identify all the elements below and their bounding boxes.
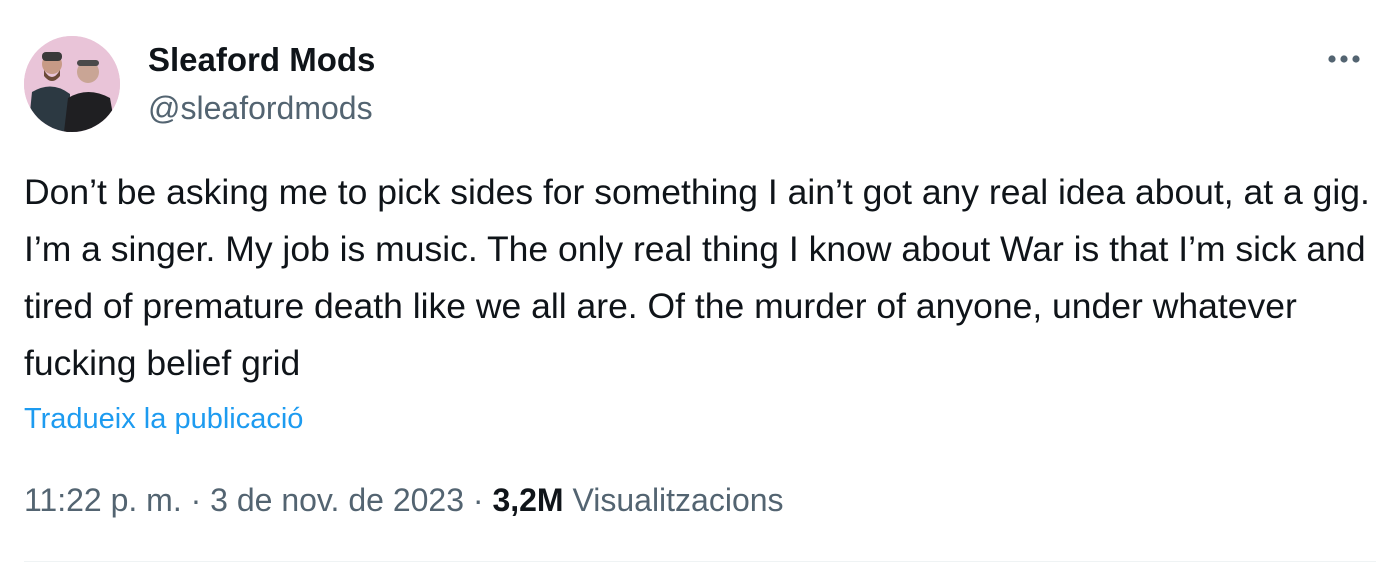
author-handle[interactable]: @sleafordmods <box>148 88 373 128</box>
more-options-button[interactable] <box>1322 44 1366 74</box>
meta-separator: · <box>464 482 493 518</box>
author-display-name[interactable]: Sleaford Mods <box>148 40 375 80</box>
avatar[interactable] <box>24 36 120 132</box>
translate-post-link[interactable]: Tradueix la publicació <box>24 400 303 438</box>
tweet-text: Don’t be asking me to pick sides for som… <box>24 172 1370 383</box>
views-label: Visualitzacions <box>572 482 784 518</box>
divider <box>24 561 1376 562</box>
views-count: 3,2M <box>492 482 564 518</box>
meta-separator: · <box>181 482 211 518</box>
more-horizontal-icon <box>1328 55 1360 63</box>
tweet-metadata: 11:22 p. m. · 3 de nov. de 2023 · 3,2M V… <box>24 480 784 520</box>
band-photo-avatar <box>24 36 120 132</box>
tweet-card: Sleaford Mods @sleafordmods Don’t be ask… <box>0 0 1400 580</box>
timestamp-time[interactable]: 11:22 p. m. <box>24 482 182 518</box>
timestamp-date[interactable]: 3 de nov. de 2023 <box>210 482 464 518</box>
